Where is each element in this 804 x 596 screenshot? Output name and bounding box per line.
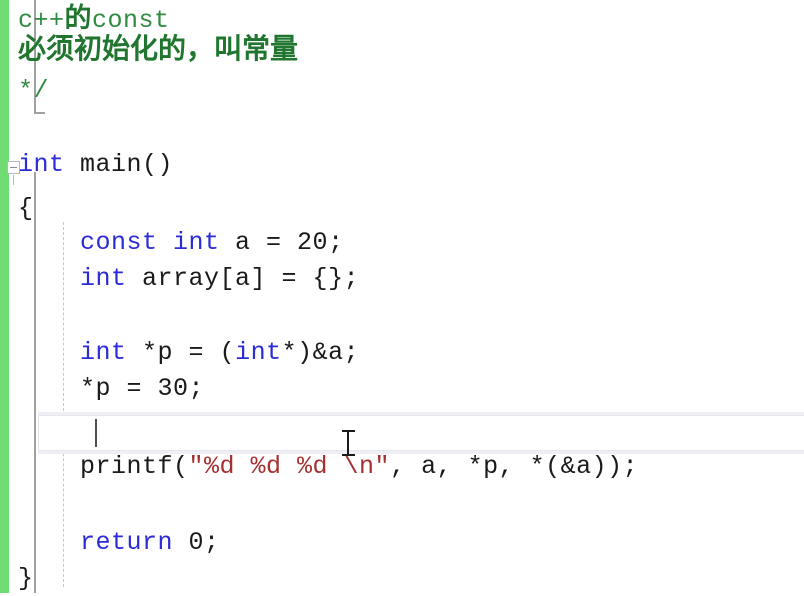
code-editor[interactable]: c++的const 必须初始化的，叫常量 */ int main() { const i… [0, 0, 804, 593]
code-text-layer[interactable]: c++的const 必须初始化的，叫常量 */ int main() { const i… [0, 0, 804, 593]
code-line[interactable]: int main() [18, 148, 173, 182]
code-line[interactable]: } [18, 562, 34, 596]
code-line[interactable]: { [18, 192, 34, 226]
code-token: */ [18, 76, 50, 105]
code-token: c++ [18, 6, 65, 35]
code-line[interactable]: const int a = 20; [18, 226, 344, 260]
code-token: int [235, 338, 282, 367]
code-token: printf( [18, 452, 189, 481]
code-line[interactable]: int *p = (int*)&a; [18, 336, 359, 370]
code-token: *p = 30; [18, 374, 205, 403]
code-token: const [92, 6, 170, 35]
code-line[interactable]: int array[a] = {}; [18, 262, 359, 296]
code-line[interactable]: 必须初始化的，叫常量 [18, 32, 298, 66]
code-token: main() [64, 150, 174, 179]
code-token: *)&a; [281, 338, 360, 367]
code-token: int [80, 264, 127, 293]
code-token: int [80, 338, 127, 367]
code-token: 的 [64, 3, 93, 34]
code-token: const int [80, 228, 220, 257]
code-token: int [18, 150, 65, 179]
code-line[interactable]: printf("%d %d %d \n", a, *p, *(&a)); [18, 450, 638, 484]
code-token: { [18, 194, 34, 223]
code-line[interactable]: return 0; [18, 526, 220, 560]
code-line[interactable]: *p = 30; [18, 372, 204, 406]
code-token: array[a] = {}; [126, 264, 360, 293]
code-token: *p = ( [126, 338, 236, 367]
code-token: return [80, 528, 174, 557]
code-token: "%d %d %d \n" [188, 452, 391, 481]
code-token: a = 20; [219, 228, 344, 257]
mouse-ibeam-icon [342, 430, 355, 456]
code-token: , a, *p, *(&a)); [390, 452, 639, 481]
code-token: } [18, 564, 34, 593]
code-token: 0; [173, 528, 220, 557]
code-line[interactable]: */ [18, 74, 49, 108]
